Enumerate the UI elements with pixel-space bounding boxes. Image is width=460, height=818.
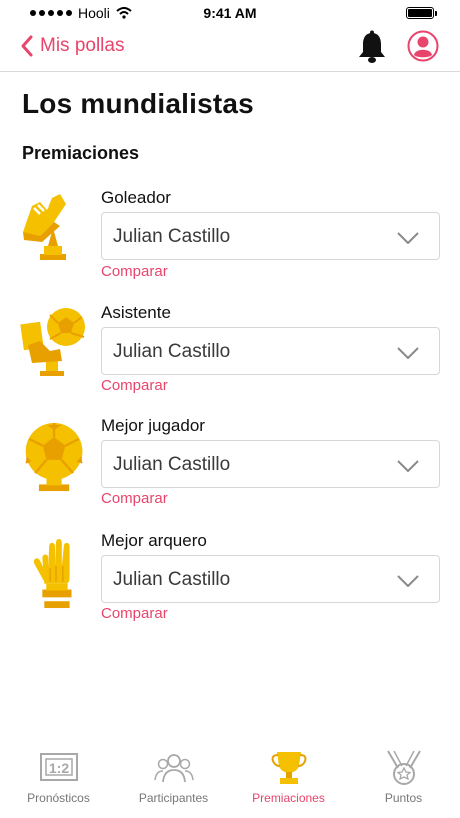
award-asistente: Asistente Julian Castillo Comparar (0, 303, 460, 403)
back-label: Mis pollas (40, 35, 125, 56)
assist-trophy-icon (20, 308, 85, 376)
nav-bar: Mis pollas (0, 26, 460, 72)
chevron-down-icon (397, 575, 419, 587)
chevron-down-icon (397, 347, 419, 359)
participants-icon (153, 754, 194, 783)
tab-bar: 1:2 Pronósticos Participantes Premiacion… (0, 738, 460, 818)
select-value: Julian Castillo (113, 569, 231, 590)
player-select[interactable]: Julian Castillo (101, 327, 440, 375)
award-label: Mejor arquero (101, 531, 207, 550)
tab-puntos[interactable]: Puntos (346, 750, 460, 812)
medal-icon (386, 750, 421, 785)
award-mejor-arquero: Mejor arquero Julian Castillo Comparar (0, 531, 460, 631)
award-mejor-jugador: Mejor jugador Julian Castillo Comparar (0, 416, 460, 516)
svg-text:1:2: 1:2 (48, 760, 68, 776)
player-select[interactable]: Julian Castillo (101, 212, 440, 260)
chevron-left-icon (21, 35, 33, 57)
tab-label: Puntos (384, 791, 423, 805)
bell-icon[interactable] (356, 30, 388, 64)
tab-label: Pronósticos (27, 791, 90, 805)
tab-pronosticos[interactable]: 1:2 Pronósticos (1, 750, 116, 812)
award-label: Mejor jugador (101, 416, 205, 435)
status-bar: Hooli 9:41 AM (0, 0, 460, 26)
player-select[interactable]: Julian Castillo (101, 440, 440, 488)
golden-ball-icon (25, 422, 83, 492)
award-label: Goleador (101, 188, 171, 207)
compare-link[interactable]: Comparar (101, 490, 168, 507)
back-button[interactable]: Mis pollas (20, 34, 124, 58)
section-title: Premiaciones (22, 143, 140, 163)
tab-label: Premiaciones (252, 791, 325, 805)
chevron-down-icon (397, 460, 419, 472)
page-title: Los mundialistas (22, 88, 254, 119)
compare-link[interactable]: Comparar (101, 377, 168, 394)
scoreboard-icon: 1:2 (39, 753, 78, 781)
compare-link[interactable]: Comparar (101, 605, 168, 622)
select-value: Julian Castillo (113, 454, 231, 475)
battery-icon (406, 7, 437, 19)
chevron-down-icon (397, 232, 419, 244)
compare-link[interactable]: Comparar (101, 263, 168, 280)
player-select[interactable]: Julian Castillo (101, 555, 440, 603)
user-avatar-icon[interactable] (407, 30, 439, 62)
award-goleador: Goleador Julian Castillo Comparar (0, 188, 460, 288)
tab-participantes[interactable]: Participantes (116, 750, 231, 812)
select-value: Julian Castillo (113, 341, 231, 362)
select-value: Julian Castillo (113, 226, 231, 247)
trophy-icon (271, 752, 306, 784)
award-label: Asistente (101, 303, 171, 322)
golden-boot-icon (23, 194, 66, 260)
golden-glove-icon (33, 539, 72, 609)
status-time: 9:41 AM (203, 5, 257, 21)
tab-premiaciones[interactable]: Premiaciones (231, 750, 346, 812)
tab-label: Participantes (138, 791, 209, 805)
